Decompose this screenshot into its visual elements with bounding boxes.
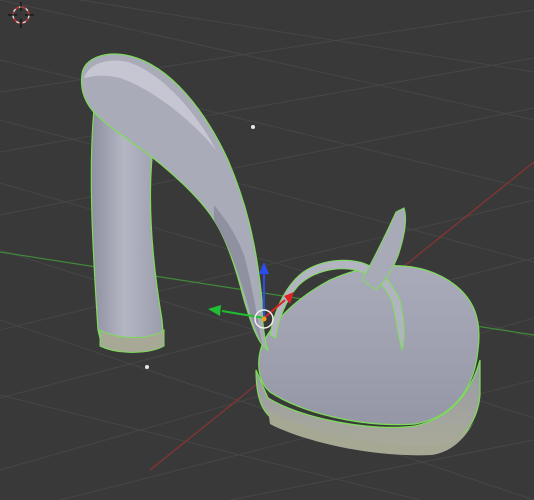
3d-viewport[interactable] (0, 0, 534, 500)
lamp-icon[interactable] (251, 125, 255, 129)
shoe-model[interactable] (80, 53, 481, 456)
light-origin-dot[interactable] (145, 365, 149, 369)
viewport-canvas[interactable] (0, 0, 534, 500)
z-arrow-icon[interactable] (259, 262, 269, 274)
3d-cursor-icon[interactable] (8, 2, 34, 28)
y-arrow-icon[interactable] (208, 305, 221, 316)
